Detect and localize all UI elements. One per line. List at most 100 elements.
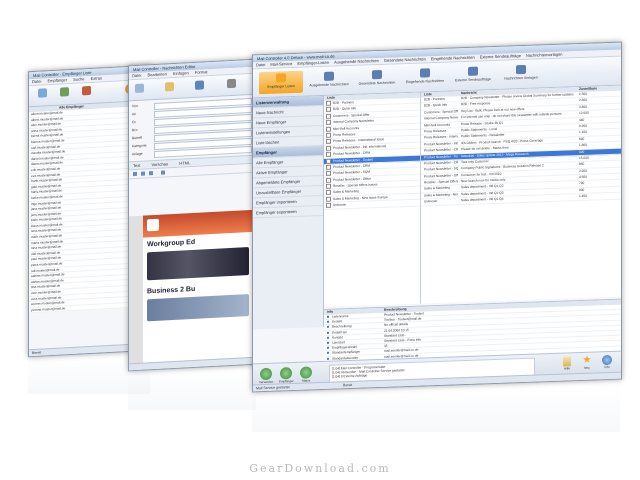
save-button[interactable] — [195, 80, 204, 91]
people-icon — [37, 88, 47, 98]
detail-value: 45 — [384, 343, 388, 348]
tab-text[interactable]: Text — [133, 163, 140, 168]
checkbox-icon[interactable] — [326, 139, 331, 145]
menu-item[interactable]: Gesendete Nachrichten — [384, 56, 426, 62]
checkbox-icon[interactable] — [326, 145, 331, 151]
italic-icon[interactable] — [141, 171, 146, 176]
cell-recipients: 3.800 — [579, 104, 587, 109]
recipient-email: paul.muster@mail.de — [31, 255, 62, 262]
nav-item[interactable]: Empfänger exportieren — [253, 205, 323, 219]
toolbar-button[interactable]: Externe Sendeaufträge — [451, 64, 495, 83]
info-bullet-icon — [327, 320, 329, 324]
toolbar-button[interactable]: Gesendete Nachrichten — [355, 67, 399, 86]
toolbar-button[interactable]: Ausgehende Nachrichten — [307, 69, 351, 88]
recipients-button[interactable]: Empfänger — [279, 367, 294, 384]
menu-item[interactable]: Empfänger — [47, 77, 67, 83]
checkbox-icon[interactable] — [326, 132, 331, 138]
check-logo-icon — [147, 218, 159, 232]
recipient-email: hans.muster@mail.de — [31, 188, 63, 195]
bold-icon[interactable] — [133, 171, 137, 177]
toolbar-button[interactable]: Empfänger Listen — [259, 70, 303, 95]
menu-item[interactable]: Suche — [73, 76, 84, 82]
recipient-email: anna.muster@mail.de — [31, 127, 63, 133]
toolbar-label: Externe Sendeaufträge — [455, 77, 491, 83]
checkbox-icon[interactable] — [326, 190, 331, 196]
menu-item[interactable]: Externe Sendeaufträge — [480, 53, 521, 59]
detail-key: Listenname — [332, 314, 349, 319]
list-name: B2B - Quick Info — [333, 106, 357, 112]
menu-item[interactable]: Datei — [32, 79, 41, 84]
menu-item[interactable]: Eingehende Nachrichten — [431, 55, 475, 62]
info-bullet-icon — [327, 352, 329, 355]
checkbox-icon[interactable] — [326, 170, 331, 177]
checkbox-icon[interactable] — [326, 126, 331, 132]
recipient-email: nina.muster@mail.de — [31, 244, 62, 251]
checkbox-icon[interactable] — [326, 151, 331, 158]
send-button[interactable] — [135, 83, 144, 95]
recipient-email: jens.muster@mail.de — [31, 211, 61, 217]
toolbar-button[interactable]: Eingehende Nachrichten — [403, 66, 447, 85]
recipient-email: petra.muster@mail.de — [31, 261, 63, 268]
checkbox-icon[interactable] — [326, 177, 331, 183]
checkbox-icon[interactable] — [326, 158, 331, 164]
toolbar-button[interactable]: Nachrichten Vorlagen — [499, 62, 543, 81]
field-label: Bcc — [132, 127, 138, 133]
middle-window: Mail Controller - Nachrichten Editor Dat… — [128, 58, 258, 372]
send-button[interactable]: Versenden — [259, 367, 273, 384]
menu-item[interactable]: Mail-Service — [270, 61, 292, 67]
underline-icon[interactable] — [149, 171, 154, 176]
tab-html[interactable]: HTML — [179, 160, 190, 166]
menu-item[interactable]: Datei — [132, 73, 141, 78]
list-name: Press Releases - International Issue — [333, 137, 385, 144]
checkbox-icon[interactable] — [326, 202, 331, 209]
recipient-email: tina.muster@mail.de — [31, 283, 61, 290]
recipient-email: yvonne.muster@mail.de — [31, 306, 66, 312]
lists-panel: Liste B2B - Partners B2B - Quick Info Cust… — [324, 92, 421, 307]
workgroup-image — [147, 247, 249, 281]
menu-item[interactable]: Einfügen — [173, 70, 189, 76]
menu-item[interactable]: Bearbeiten — [147, 71, 166, 77]
menu-item[interactable]: Ausgehende Nachrichten — [334, 58, 379, 65]
info-label: Info — [604, 364, 610, 370]
cell-recipients: 2.200 — [579, 168, 587, 173]
align-icon[interactable] — [161, 170, 166, 175]
menu-item[interactable]: Extras — [91, 75, 102, 81]
toolbar-icon — [468, 66, 478, 76]
menu-item[interactable]: Datei — [256, 62, 265, 67]
toolbar-button[interactable] — [55, 87, 73, 99]
cell-list: Unknown — [424, 199, 438, 204]
cell-recipients: 2.600 — [579, 98, 587, 103]
toolbar-label: Gesendete Nachrichten — [358, 80, 396, 86]
menu-item[interactable]: Empfänger-Listen — [297, 60, 329, 66]
recipient-email: ralf.muster@mail.de — [31, 267, 60, 273]
toolbar-button[interactable] — [77, 85, 95, 98]
attach-button[interactable] — [165, 81, 174, 93]
status-button[interactable]: Status — [299, 366, 313, 383]
list-name: Unknown — [333, 202, 347, 208]
checkbox-icon[interactable] — [326, 107, 331, 113]
print-button[interactable] — [227, 78, 236, 90]
new-button[interactable]: ★ Neu — [581, 355, 593, 370]
menu-item[interactable]: Nachrichtenvorlagen — [526, 52, 563, 58]
info-button[interactable]: Info — [601, 354, 613, 370]
menu-item[interactable]: Format — [195, 69, 208, 75]
checkbox-icon[interactable] — [326, 164, 331, 170]
send-icon — [260, 367, 272, 381]
toolbar-label: Eingehende Nachrichten — [405, 78, 445, 85]
recipient-email: karin.muster@mail.de — [31, 216, 63, 223]
cell-recipients: 930 — [579, 187, 585, 192]
checkbox-icon[interactable] — [326, 183, 331, 189]
tab-preview[interactable]: Vorschau — [151, 161, 168, 167]
list-name: Product Newsletter - CRM — [333, 163, 371, 169]
toolbar-button[interactable] — [33, 88, 51, 100]
checkbox-icon[interactable] — [326, 113, 331, 119]
send-icon — [135, 83, 144, 94]
help-button[interactable]: Hilfe — [561, 356, 573, 371]
recipient-email: lena.muster@mail.de — [31, 227, 62, 234]
checkbox-icon[interactable] — [326, 100, 331, 106]
checkbox-icon[interactable] — [326, 119, 331, 126]
checkbox-icon[interactable] — [326, 196, 331, 202]
detail-key: Kontakt — [332, 335, 343, 340]
messages-table: B2B - Partners B2B - Company Newsletter -… — [421, 90, 621, 207]
field-label: An — [132, 111, 137, 117]
